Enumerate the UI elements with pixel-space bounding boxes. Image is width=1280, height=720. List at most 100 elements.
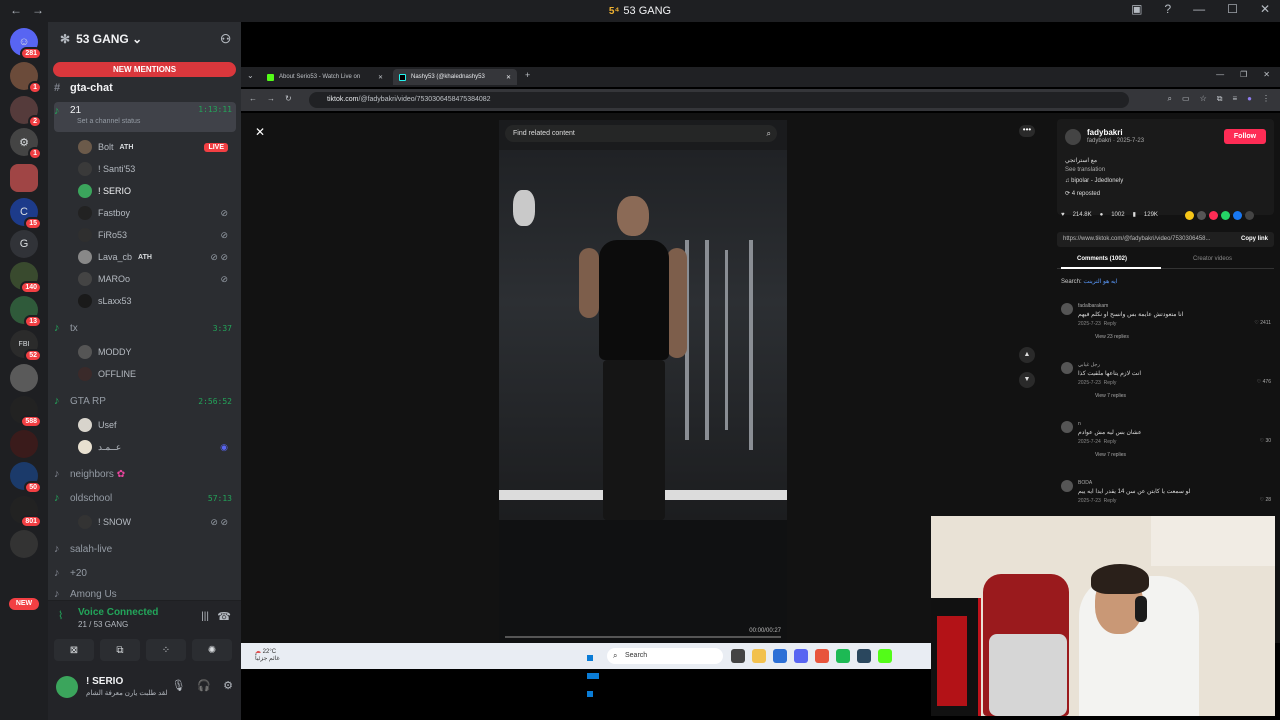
new-tab-icon[interactable]: + [525,70,530,80]
server-icon[interactable]: 1 [10,62,42,94]
reply-button[interactable]: Reply [1104,380,1117,386]
reply-button[interactable]: Reply [1104,439,1117,445]
channel-gta-chat[interactable]: # gta-chat [54,82,236,94]
heart-icon[interactable]: ♥ [1061,212,1065,218]
help-icon[interactable]: ? [1164,2,1171,16]
heart-icon[interactable]: ♡ [1260,497,1264,503]
voice-status-title[interactable]: Voice Connected [78,607,158,618]
channel-21[interactable]: ♪ 21 1:13:11 Set a channel status [54,102,236,132]
server-icon[interactable] [10,164,38,192]
menu-icon[interactable]: ⋮ [1262,94,1270,104]
server-icon[interactable]: FBI 52 [10,330,42,362]
more-options-icon[interactable]: ••• [1019,125,1035,137]
view-replies-button[interactable]: View 7 replies [1095,452,1126,458]
spotify-icon[interactable] [836,649,850,663]
server-icon[interactable] [10,530,38,558]
facebook-icon[interactable] [1233,211,1242,220]
music-line[interactable]: ♫ bipolar - Jdedlonely [1065,178,1123,184]
server-icon[interactable]: C 15 [10,198,42,230]
tab-comments[interactable]: Comments (1002) [1077,256,1127,262]
maximize-icon[interactable]: ☐ [1227,2,1238,16]
bookmark-star-icon[interactable]: ☆ [1200,94,1207,104]
voice-user[interactable]: MODDY [78,345,228,359]
comment-author[interactable]: رجل غيابي [1078,362,1100,368]
voice-user[interactable]: Lava_cb ATH ⊘ ⊘ [78,250,228,264]
share-icon[interactable] [1209,211,1218,220]
voice-user[interactable]: ! Santi'53 [78,162,228,176]
comment-search-suggestion[interactable]: Search: ايه هو الترينت [1061,278,1118,285]
task-view-icon[interactable] [731,649,745,663]
headphones-icon[interactable]: 🎧 [197,679,211,692]
tab-close-icon[interactable]: ✕ [378,74,383,81]
related-search-input[interactable]: Find related content ⌕ [505,125,777,142]
media-icon[interactable]: ≡ [1232,94,1237,104]
copy-link-button[interactable]: Copy link [1241,232,1268,247]
server-icon[interactable]: 588 [10,396,42,428]
follow-button[interactable]: Follow [1224,129,1266,144]
view-replies-button[interactable]: View 23 replies [1095,334,1129,340]
next-video-icon[interactable]: ▼ [1019,372,1035,388]
view-replies-button[interactable]: View 7 replies [1095,393,1126,399]
avatar[interactable] [1061,480,1073,492]
guild-header[interactable]: ✻ 53 GANG ⌄ ⚇ [48,22,241,56]
camera-off-button[interactable]: ⊠ [54,639,94,661]
voice-user[interactable]: OFFLINE [78,367,228,381]
channel-plus20[interactable]: ♪ +20 [54,567,236,579]
app-icon[interactable] [878,649,892,663]
close-icon[interactable]: ✕ [1263,70,1270,79]
server-icon[interactable] [10,430,38,458]
comment-author[interactable]: fadalbarakam [1078,303,1108,309]
add-member-icon[interactable]: ⚇ [220,32,231,46]
reload-icon[interactable]: ↻ [285,94,292,103]
voice-user[interactable]: ! SNOW ⊘ ⊘ [78,515,228,529]
server-icon[interactable]: 2 [10,96,42,128]
noise-suppression-icon[interactable]: ||| [201,611,209,622]
channel-salah-live[interactable]: ♪ salah-live [54,543,236,555]
disconnect-icon[interactable]: ☎ [217,610,231,623]
browser-tab[interactable]: About Serio53 - Watch Live on ✕ [261,69,389,85]
cast-icon[interactable]: ▭ [1182,94,1190,104]
channel-neighbors[interactable]: ♪ neighbors ✿ [54,468,236,480]
tab-close-icon[interactable]: ✕ [506,74,511,81]
server-icon[interactable] [10,364,38,392]
video-progress-bar[interactable] [505,636,781,638]
voice-user[interactable]: ! SERIO [78,184,228,198]
author-name[interactable]: fadybakri [1087,128,1123,137]
channel-among-us[interactable]: ♪ Among Us [54,589,236,599]
server-icon[interactable]: 801 [10,496,42,528]
heart-icon[interactable]: ♡ [1260,438,1264,444]
address-bar[interactable]: tiktok.com/@fadybakri/video/753030645847… [309,92,1129,108]
share-arrow-icon[interactable] [1245,211,1254,220]
voice-channel-path[interactable]: 21 / 53 GANG [78,620,128,629]
avatar[interactable] [1061,303,1073,315]
avatar[interactable] [56,676,78,698]
zoom-icon[interactable]: ⌕ [1168,94,1172,104]
video-player[interactable]: Find related content ⌕ 00:00/00:27 [499,120,787,644]
bookmark-icon[interactable]: ▮ [1133,211,1136,218]
whatsapp-icon[interactable] [1221,211,1230,220]
comment-icon[interactable]: ● [1100,212,1104,218]
file-explorer-icon[interactable] [752,649,766,663]
tab-creator-videos[interactable]: Creator videos [1193,256,1232,262]
voice-user[interactable]: sLaxx53 [78,294,228,308]
previous-video-icon[interactable]: ▲ [1019,347,1035,363]
reply-button[interactable]: Reply [1104,498,1117,504]
extensions-icon[interactable]: ⧉ [1217,94,1223,104]
server-icon[interactable]: 13 [10,296,42,328]
store-icon[interactable] [773,649,787,663]
heart-icon[interactable]: ♡ [1257,379,1261,385]
minimize-icon[interactable]: — [1193,2,1205,16]
voice-user[interactable]: Bolt ATH LIVE [78,140,228,154]
heart-icon[interactable]: ♡ [1254,320,1258,326]
channel-tx[interactable]: ♪ tx 3:37 [54,322,236,334]
chrome-app-icon[interactable] [815,649,829,663]
username[interactable]: ! SERIO [86,676,123,687]
forward-icon[interactable]: → [267,94,275,103]
screen-share-button[interactable]: ⧉ [100,639,140,661]
close-icon[interactable]: ✕ [1260,2,1270,16]
share-icon[interactable] [1185,211,1194,220]
activities-button[interactable]: ⁘ [146,639,186,661]
channel-status[interactable]: Set a channel status [77,118,140,125]
profile-icon[interactable]: ● [1247,94,1252,104]
see-translation-link[interactable]: See translation [1065,167,1105,173]
